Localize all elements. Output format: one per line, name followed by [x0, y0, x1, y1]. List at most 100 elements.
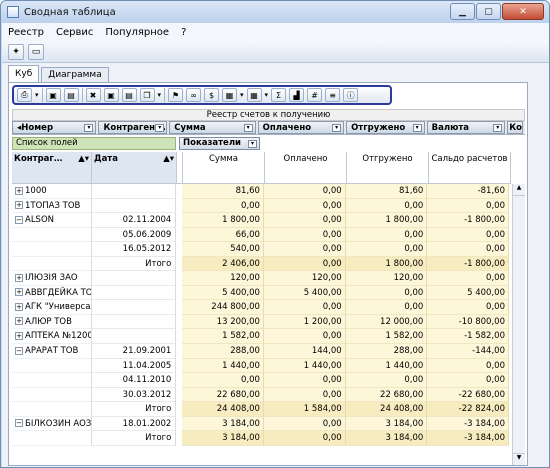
- value-cell[interactable]: -144,00: [427, 344, 509, 359]
- value-cell[interactable]: 0,00: [345, 300, 428, 315]
- chevron-down-icon[interactable]: ▾: [35, 91, 39, 99]
- sort-asc-icon[interactable]: ▲▾: [78, 154, 89, 181]
- value-cell[interactable]: 5 400,00: [182, 285, 264, 301]
- collapse-icon[interactable]: −: [15, 346, 23, 355]
- value-cell[interactable]: 22 680,00: [345, 387, 428, 403]
- field-list-label[interactable]: Список полей: [12, 137, 176, 150]
- total-row[interactable]: Итого 24 408,00 1 584,00 24 408,00 -22 824,0…: [12, 402, 509, 417]
- info-icon[interactable]: ⓘ: [343, 88, 359, 102]
- value-cell[interactable]: 0,00: [427, 242, 509, 257]
- value-cell[interactable]: 0,00: [263, 184, 346, 199]
- maximize-button[interactable]: ▢: [476, 3, 501, 20]
- sort-asc-icon[interactable]: ▲▾: [163, 154, 174, 181]
- value-cell[interactable]: 0,00: [263, 198, 346, 214]
- print-icon[interactable]: ⎙: [17, 88, 32, 102]
- value-cell[interactable]: -1 582,00: [427, 329, 509, 345]
- table-row[interactable]: 30.03.2012 22 680,00 0,00 22 680,00 -22 680,…: [12, 387, 509, 403]
- value-cell[interactable]: 0,00: [263, 242, 346, 257]
- value-cell[interactable]: 5 400,00: [263, 285, 346, 301]
- table-row[interactable]: +АГК "Универсал"244 800,000,000,000,00: [12, 300, 509, 315]
- menu-popular[interactable]: Популярное: [105, 27, 169, 38]
- field-sum[interactable]: Сумма ▾: [169, 121, 256, 134]
- chevron-down-icon[interactable]: ▾: [240, 91, 244, 99]
- value-cell[interactable]: -22 824,00: [427, 402, 509, 417]
- collapse-icon[interactable]: −: [15, 215, 23, 224]
- value-cell[interactable]: 24 408,00: [182, 402, 264, 417]
- field-currency[interactable]: Валюта ▾: [426, 121, 506, 134]
- expand-icon[interactable]: +: [15, 317, 23, 326]
- value-cell[interactable]: 0,00: [263, 227, 346, 243]
- chevron-down-icon[interactable]: ▾: [155, 124, 165, 132]
- tab-chart[interactable]: Диаграмма: [41, 67, 109, 82]
- comment-icon[interactable]: ▭: [28, 43, 44, 60]
- menu-help[interactable]: ?: [181, 27, 186, 38]
- value-cell[interactable]: 0,00: [427, 373, 509, 388]
- value-cell[interactable]: 0,00: [427, 358, 509, 374]
- table-row[interactable]: − АРАРАТ ТОВ 21.09.2001 288,00 144,00 288,00-…: [12, 344, 509, 359]
- chevron-down-icon[interactable]: ▾: [493, 124, 503, 132]
- value-cell[interactable]: 0,00: [345, 242, 428, 257]
- minimize-button[interactable]: ▁: [450, 3, 475, 20]
- expand-icon[interactable]: +: [15, 331, 23, 340]
- value-cell[interactable]: 0,00: [345, 373, 428, 388]
- value-cell[interactable]: 3 184,00: [182, 416, 264, 432]
- value-cell[interactable]: 5 400,00: [427, 285, 509, 301]
- save-icon[interactable]: ▣: [45, 88, 61, 102]
- field-number[interactable]: ◂ Номер ▾: [12, 121, 97, 134]
- value-cell[interactable]: 0,00: [345, 285, 428, 301]
- value-cell[interactable]: -3 184,00: [427, 431, 509, 446]
- table-row[interactable]: + АЛЮР ТОВ 13 200,00 1 200,00 12 000,00 -10 8…: [12, 314, 509, 330]
- vertical-scrollbar[interactable]: ▲ ▼: [512, 184, 525, 465]
- value-cell[interactable]: 1 440,00: [263, 358, 346, 374]
- value-cell[interactable]: 120,00: [263, 271, 346, 286]
- expand-icon[interactable]: +: [15, 201, 23, 210]
- value-cell[interactable]: -3 184,00: [427, 416, 509, 432]
- value-cell[interactable]: 144,00: [263, 344, 346, 359]
- value-cell[interactable]: 0,00: [263, 300, 346, 315]
- value-cell[interactable]: -22 680,00: [427, 387, 509, 403]
- chevron-down-icon[interactable]: ▾: [332, 124, 342, 132]
- value-cell[interactable]: -1 800,00: [427, 213, 509, 228]
- chevron-down-icon[interactable]: ▾: [248, 140, 257, 148]
- value-cell[interactable]: 0,00: [263, 213, 346, 228]
- value-cell[interactable]: 1 440,00: [345, 358, 428, 374]
- value-cell[interactable]: 13 200,00: [182, 314, 264, 330]
- expand-icon[interactable]: +: [15, 273, 23, 282]
- value-cell[interactable]: 24 408,00: [345, 402, 428, 417]
- col-sum[interactable]: Сумма: [183, 152, 265, 184]
- list-icon[interactable]: ≡: [325, 88, 341, 102]
- currency-icon[interactable]: $: [204, 88, 220, 102]
- value-cell[interactable]: 1 800,00: [345, 256, 428, 272]
- scroll-down-icon[interactable]: ▼: [513, 453, 525, 465]
- chevron-down-icon[interactable]: ▾: [265, 91, 269, 99]
- value-cell[interactable]: 244 800,00: [182, 300, 264, 315]
- value-cell[interactable]: 0,00: [427, 227, 509, 243]
- chart-icon[interactable]: ▟: [289, 88, 305, 102]
- new-doc-icon[interactable]: ✦: [8, 43, 24, 60]
- value-cell[interactable]: 0,00: [263, 329, 346, 345]
- value-cell[interactable]: 1 800,00: [345, 213, 428, 228]
- save-as-icon[interactable]: ▣: [103, 88, 119, 102]
- table-row[interactable]: − ALSON 02.11.2004 1 800,00 0,00 1 800,00 -1 8…: [12, 213, 509, 228]
- value-cell[interactable]: 0,00: [345, 227, 428, 243]
- table-row[interactable]: + АВВГДЕЙКА ТОВ 5 400,00 5 400,00 0,00 5 400,…: [12, 285, 509, 301]
- field-paid[interactable]: Оплачено ▾: [257, 121, 345, 134]
- value-cell[interactable]: 0,00: [427, 300, 509, 315]
- value-cell[interactable]: 540,00: [182, 242, 264, 257]
- value-cell[interactable]: -10 800,00: [427, 314, 509, 330]
- value-cell[interactable]: 1 800,00: [182, 213, 264, 228]
- value-cell[interactable]: 0,00: [182, 198, 264, 214]
- table-row[interactable]: +1000 81,60 0,00 81,60 -81,60: [12, 184, 509, 199]
- value-cell[interactable]: 0,00: [263, 256, 346, 272]
- grid-icon[interactable]: ▦: [246, 88, 262, 102]
- chevron-down-icon[interactable]: ▾: [243, 124, 253, 132]
- table-row[interactable]: 16.05.2012 540,00 0,00 0,00 0,00: [12, 242, 509, 257]
- layout-icon[interactable]: ▦: [222, 88, 238, 102]
- measures-button[interactable]: Показатели ▾: [179, 137, 260, 150]
- field-contractor[interactable]: Контрагент … ▾: [98, 121, 168, 134]
- tab-cube[interactable]: Куб: [8, 65, 40, 82]
- value-cell[interactable]: 1 440,00: [182, 358, 264, 374]
- table-row[interactable]: +1ТОПАЗ ТОВ 0,00 0,00 0,00 0,00: [12, 198, 509, 214]
- value-cell[interactable]: 0,00: [345, 198, 428, 214]
- scroll-up-icon[interactable]: ▲: [513, 184, 525, 196]
